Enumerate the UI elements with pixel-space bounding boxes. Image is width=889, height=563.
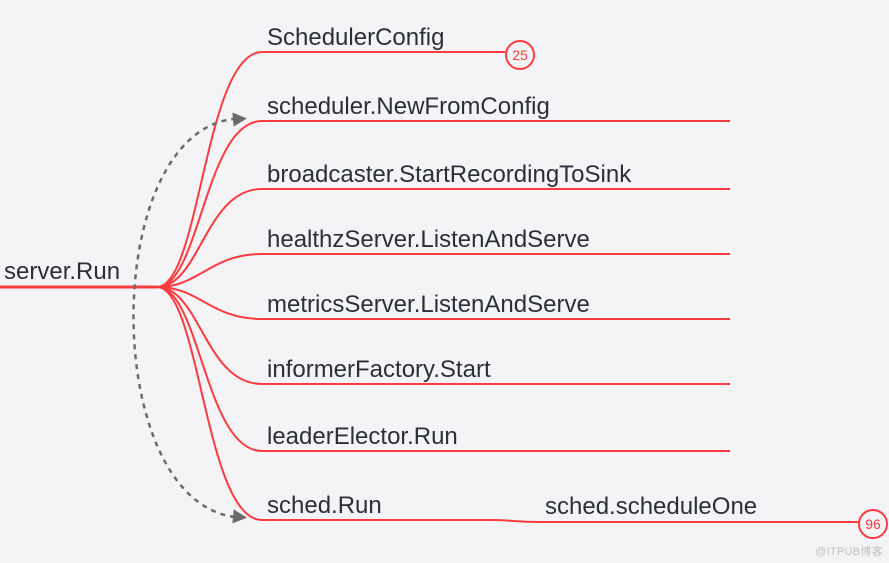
badge-25: 25	[505, 40, 535, 70]
branch-healthz-server: healthzServer.ListenAndServe	[267, 228, 590, 252]
branch-metrics-server: metricsServer.ListenAndServe	[267, 293, 590, 317]
diagram-connectors	[0, 0, 889, 563]
branch-sched-run: sched.Run	[267, 494, 382, 518]
root-node: server.Run	[4, 260, 120, 284]
branch-broadcaster: broadcaster.StartRecordingToSink	[267, 163, 631, 187]
child-sched-scheduleone: sched.scheduleOne	[545, 495, 757, 519]
arrowhead-down-icon	[232, 509, 247, 524]
watermark: @ITPUB博客	[815, 543, 883, 559]
branch-leader-elector: leaderElector.Run	[267, 425, 458, 449]
badge-96: 96	[858, 509, 888, 539]
arrowhead-up-icon	[232, 111, 247, 126]
branch-informer-factory: informerFactory.Start	[267, 358, 491, 382]
branch-scheduler-newfromconfig: scheduler.NewFromConfig	[267, 95, 550, 119]
branch-scheduler-config: SchedulerConfig	[267, 26, 444, 50]
